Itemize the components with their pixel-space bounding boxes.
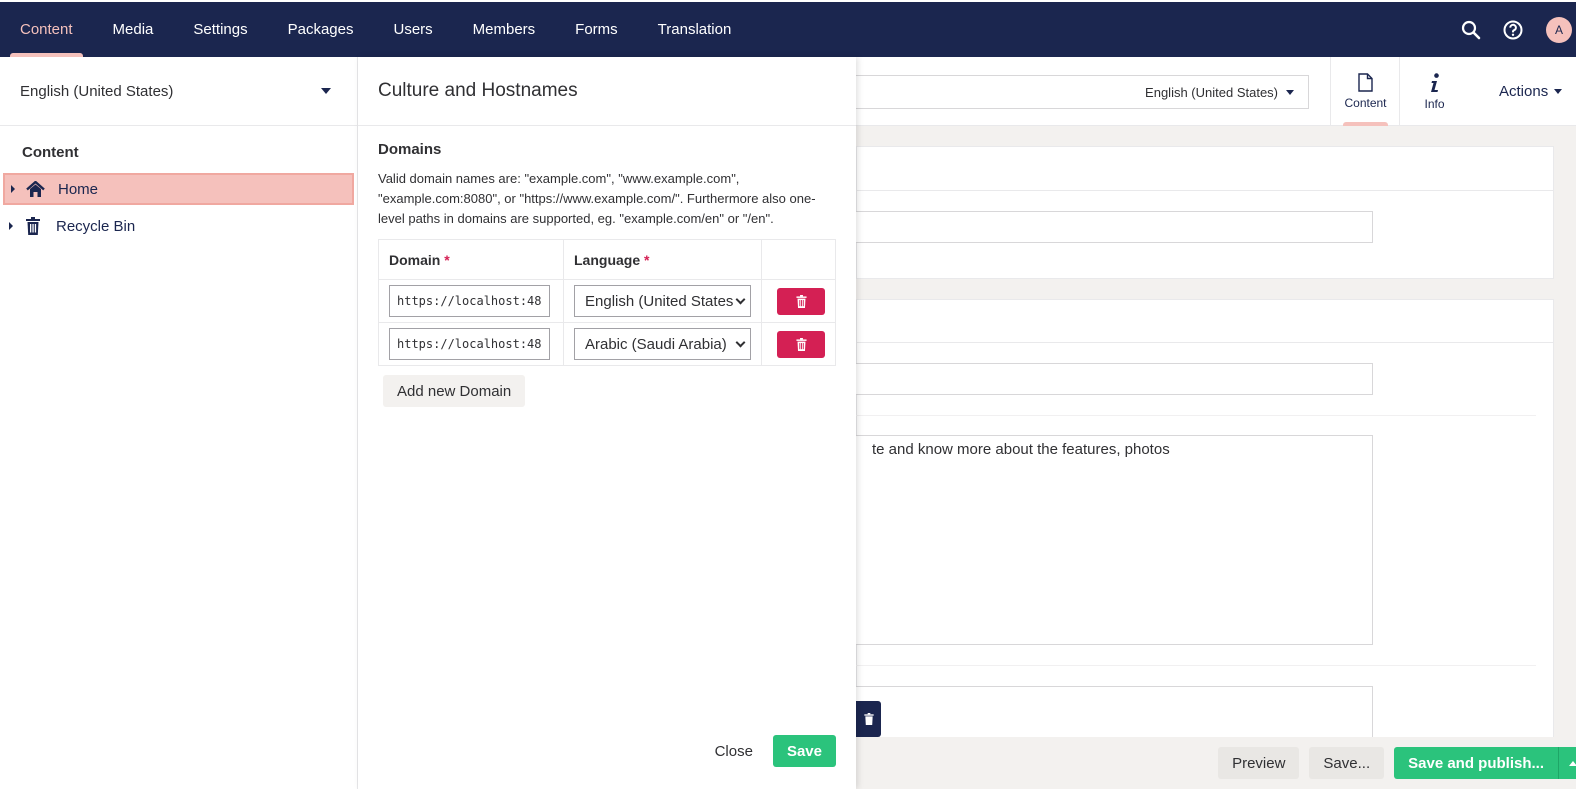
document-icon xyxy=(1358,73,1373,92)
domain-input[interactable] xyxy=(389,285,550,317)
domain-cell xyxy=(378,279,564,323)
expand-arrow-icon[interactable] xyxy=(9,222,13,230)
publish-options-toggle[interactable] xyxy=(1558,747,1576,779)
avatar: A xyxy=(1546,16,1572,43)
tab-info[interactable]: Info xyxy=(1399,57,1469,126)
close-button[interactable]: Close xyxy=(715,743,753,760)
required-marker: * xyxy=(644,251,650,268)
tree-node-home[interactable]: Home xyxy=(3,173,354,205)
preview-button[interactable]: Preview xyxy=(1218,747,1300,779)
nav-item-forms[interactable]: Forms xyxy=(555,2,638,57)
tree-node-label: Recycle Bin xyxy=(56,217,136,235)
trash-icon xyxy=(795,337,807,351)
nav-item-translation[interactable]: Translation xyxy=(638,2,752,57)
editor-culture-label: English (United States) xyxy=(1145,84,1278,100)
chevron-down-icon xyxy=(735,337,746,347)
textarea-field[interactable] xyxy=(856,435,1373,645)
delete-domain-button[interactable] xyxy=(777,330,825,358)
table-header-row: Domain * Language * xyxy=(378,239,836,280)
divider xyxy=(856,665,1536,666)
language-select-value: Arabic (Saudi Arabia) xyxy=(585,335,727,353)
tree-section-title: Content xyxy=(22,144,79,161)
remove-media-button[interactable] xyxy=(856,701,881,737)
divider xyxy=(856,190,1554,191)
language-cell: Arabic (Saudi Arabia) xyxy=(563,322,762,366)
delete-domain-button[interactable] xyxy=(777,287,825,315)
help-icon[interactable] xyxy=(1492,2,1534,57)
domains-table: Domain * Language * English (United Stat… xyxy=(378,239,836,366)
trash-icon xyxy=(863,713,874,725)
top-icons: A xyxy=(1450,2,1576,57)
info-icon xyxy=(1430,72,1439,92)
required-marker: * xyxy=(444,251,450,268)
caret-up-icon xyxy=(1568,760,1576,766)
domain-cell xyxy=(378,322,564,366)
action-cell xyxy=(761,322,836,366)
nav-item-users[interactable]: Users xyxy=(373,2,452,57)
language-cell: English (United States) xyxy=(563,279,762,323)
action-cell xyxy=(761,279,836,323)
language-select-value: English (United States) xyxy=(585,292,733,310)
editor-header: English (United States) Content Info Act… xyxy=(856,57,1576,126)
section-nav: Content Media Settings Packages Users Me… xyxy=(0,2,751,57)
chevron-down-icon xyxy=(735,294,746,304)
divider xyxy=(856,342,1554,343)
column-header-domain: Domain * xyxy=(378,239,564,280)
home-icon xyxy=(24,180,46,198)
divider xyxy=(856,415,1536,416)
caret-down-icon xyxy=(1554,89,1563,94)
column-header-actions xyxy=(761,239,836,280)
editor-footer: Preview Save... Save and publish... xyxy=(856,737,1576,789)
top-navigation-bar: Content Media Settings Packages Users Me… xyxy=(0,0,1576,57)
text-field[interactable] xyxy=(856,211,1373,243)
nav-item-settings[interactable]: Settings xyxy=(173,2,267,57)
tree-node-recycle-bin[interactable]: Recycle Bin xyxy=(3,210,354,242)
language-select[interactable]: English (United States) xyxy=(574,285,751,317)
tab-content[interactable]: Content xyxy=(1330,57,1400,126)
save-button[interactable]: Save xyxy=(772,735,836,767)
search-icon[interactable] xyxy=(1450,2,1492,57)
tree-node-label: Home xyxy=(58,180,99,198)
culture-hostnames-dialog: Culture and Hostnames Domains Valid doma… xyxy=(358,57,856,789)
user-avatar-button[interactable]: A xyxy=(1534,2,1576,57)
caret-down-icon xyxy=(321,88,331,94)
dialog-footer: Close Save xyxy=(715,735,836,767)
nav-item-content[interactable]: Content xyxy=(0,2,93,57)
content-tree-panel: English (United States) Content Home Rec… xyxy=(0,57,358,789)
textarea-content: te and know more about the features, pho… xyxy=(872,441,1170,458)
dialog-body: Domains Valid domain names are: "example… xyxy=(358,141,856,407)
actions-menu-button[interactable]: Actions xyxy=(1499,57,1563,126)
caret-down-icon xyxy=(1286,89,1294,95)
save-publish-split-button: Save and publish... xyxy=(1394,747,1576,779)
table-row: English (United States) xyxy=(378,279,836,323)
table-row: Arabic (Saudi Arabia) xyxy=(378,322,836,366)
dialog-title: Culture and Hostnames xyxy=(358,57,856,126)
tab-content-label: Content xyxy=(1344,96,1387,110)
actions-label: Actions xyxy=(1499,83,1549,100)
trash-icon xyxy=(795,294,807,308)
language-select[interactable]: Arabic (Saudi Arabia) xyxy=(574,328,751,360)
save-and-publish-button[interactable]: Save and publish... xyxy=(1394,747,1558,779)
tab-info-label: Info xyxy=(1424,96,1445,111)
save-draft-button[interactable]: Save... xyxy=(1309,747,1385,779)
trash-icon xyxy=(22,217,44,235)
column-header-language: Language * xyxy=(563,239,762,280)
text-field[interactable] xyxy=(856,363,1373,395)
culture-selector[interactable]: English (United States) xyxy=(0,57,357,126)
domain-input[interactable] xyxy=(389,328,550,360)
nav-item-members[interactable]: Members xyxy=(453,2,556,57)
domains-help-text: Valid domain names are: "example.com", "… xyxy=(378,171,816,226)
add-domain-button[interactable]: Add new Domain xyxy=(383,375,526,407)
domains-section-title: Domains xyxy=(378,141,442,158)
nav-item-packages[interactable]: Packages xyxy=(268,2,374,57)
expand-arrow-icon[interactable] xyxy=(11,185,15,193)
editor-culture-selector[interactable]: English (United States) xyxy=(856,75,1309,109)
nav-item-media[interactable]: Media xyxy=(93,2,174,57)
culture-selector-label: English (United States) xyxy=(20,82,174,100)
